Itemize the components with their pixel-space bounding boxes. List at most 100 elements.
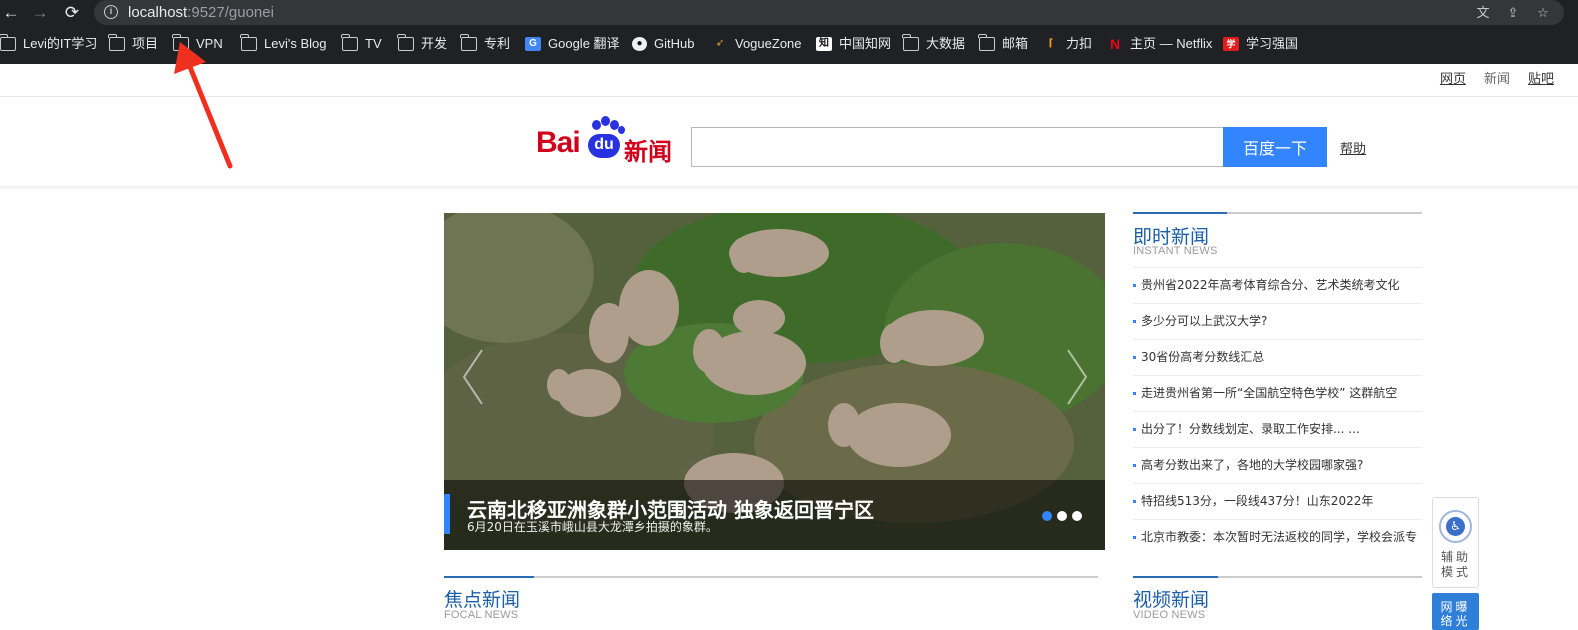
folder-icon [902,34,919,51]
nav-news-link[interactable]: 新闻 [1484,71,1510,86]
instant-news-rule-accent [1133,212,1227,214]
url-host: localhost [128,4,188,21]
news-item[interactable]: 出分了！分数线划定、录取工作安排... ... [1133,411,1422,447]
focal-news-title: 焦点新闻 [444,589,521,611]
bookmark-item[interactable]: ⌈ 力扣 [1043,33,1092,55]
nav-tieba-link[interactable]: 贴吧 [1528,71,1554,86]
news-item[interactable]: 走进贵州省第一所“全国航空特色学校” 这群航空 [1133,375,1422,411]
video-news-rule-accent [1133,576,1218,578]
address-bar[interactable]: i localhost:9527/guonei 文 ⇪ ☆ [94,0,1564,25]
news-item[interactable]: 特招线513分，一段线437分！山东2022年 [1133,483,1422,519]
carousel-dot[interactable] [1057,511,1067,521]
bookmark-item[interactable]: 邮箱 [978,33,1029,55]
bookmark-item[interactable]: Levi's Blog [240,33,327,55]
report-button[interactable]: 网曝络光 [1432,593,1479,630]
instant-news-list: 贵州省2022年高考体育综合分、艺术类统考文化 多少分可以上武汉大学? 30省份… [1133,267,1422,555]
news-item[interactable]: 30省份高考分数线汇总 [1133,339,1422,375]
news-item[interactable]: 多少分可以上武汉大学? [1133,303,1422,339]
bookmark-label: 中国知网 [839,36,892,51]
folder-icon [0,34,16,51]
bookmark-item[interactable]: N 主页 — Netflix [1107,33,1212,55]
logo-bai-text: Bai [536,126,581,159]
bookmark-label: Levi's Blog [264,36,327,51]
baidu-news-logo[interactable]: Bai du 新闻 [536,116,676,166]
folder-icon [341,34,358,51]
bookmark-item[interactable]: 专利 [460,33,511,55]
bookmark-item[interactable]: 开发 [397,33,448,55]
logo-xinwen-text: 新闻 [624,139,672,166]
bookmark-item[interactable]: 知中国知网 [816,33,891,55]
bookmark-item[interactable]: ● GitHub [632,33,694,55]
forward-arrow-icon[interactable]: → [29,3,51,23]
folder-icon [460,34,477,51]
news-item[interactable]: 北京市教委：本次暂时无法返校的同学，学校会派专 [1133,519,1422,555]
bookmark-label: 主页 — Netflix [1130,36,1213,51]
carousel-caption-accent [444,494,450,534]
bookmark-item[interactable]: 项目 [108,33,159,55]
cnki-icon: 知 [816,37,832,51]
bookmark-label: GitHub [654,36,695,51]
carousel-dot[interactable] [1072,511,1082,521]
paw-toe [592,120,601,130]
bookmark-label: 力扣 [1066,36,1093,51]
paw-toe [601,116,610,126]
url-path: :9527/guonei [187,4,274,21]
annotation-arrow-icon [174,42,233,169]
url-text[interactable]: localhost:9527/guonei [128,4,274,21]
assist-mode-button[interactable]: ♿ 辅助模式 [1432,497,1479,588]
bookmark-item[interactable]: 学学习强国 [1223,33,1298,55]
netflix-icon: N [1109,36,1121,52]
folder-icon [397,34,414,51]
focal-news-rule [444,576,1098,578]
bookmark-label: 专利 [484,36,511,51]
search-button[interactable]: 百度一下 [1223,127,1327,167]
bookmark-star-icon[interactable]: ☆ [1534,4,1552,21]
leetcode-icon: ⌈ [1048,38,1054,49]
xuexi-icon: 学 [1223,37,1239,51]
folder-icon [978,34,995,51]
carousel-subtitle: 6月20日在玉溪市峨山县大龙潭乡拍摄的象群。 [467,520,718,534]
bookmark-item[interactable]: TV [341,33,382,55]
help-link[interactable]: 帮助 [1340,138,1366,157]
voguezone-icon: ➶ [715,38,725,49]
logo-du-text: du [588,134,620,158]
video-news-title: 视频新闻 [1133,589,1210,611]
news-item[interactable]: 贵州省2022年高考体育综合分、艺术类统考文化 [1133,267,1422,303]
translate-page-icon[interactable]: 文 [1474,4,1492,21]
nav-web-link[interactable]: 网页 [1440,71,1466,86]
bookmark-label: 学习强国 [1246,36,1299,51]
search-input[interactable] [691,127,1224,167]
github-icon: ● [632,37,647,51]
site-info-icon[interactable]: i [104,5,118,19]
bookmark-label: 邮箱 [1002,36,1029,51]
news-item[interactable]: 高考分数出来了，各地的大学校园哪家强? [1133,447,1422,483]
bookmark-label: 开发 [421,36,448,51]
bookmark-label: Google 翻译 [548,36,620,51]
reload-icon[interactable]: ⟳ [61,3,83,23]
bookmark-label: VogueZone [735,36,802,51]
header-shadow [0,186,1578,190]
back-arrow-icon[interactable]: ← [0,3,22,23]
top-nav: 网页 新闻 贴吧 [1422,70,1554,88]
carousel-prev-icon[interactable] [458,340,488,414]
carousel-next-icon[interactable] [1062,340,1092,414]
video-news-subtitle: VIDEO NEWS [1133,609,1206,621]
bookmark-item[interactable]: G Google 翻译 [525,33,620,55]
bookmark-label: TV [365,36,382,51]
folder-icon [240,34,257,51]
bookmark-item[interactable]: 大数据 [902,33,966,55]
focal-news-rule-accent [444,576,534,578]
bookmark-label: 大数据 [926,36,966,51]
assist-mode-label: 辅助模式 [1440,550,1471,579]
bookmark-item[interactable]: Levi的IT学习 [0,33,97,55]
bookmark-label: 项目 [132,36,159,51]
instant-news-subtitle: INSTANT NEWS [1133,245,1218,257]
folder-icon [108,34,125,51]
bookmark-label: Levi的IT学习 [23,36,98,51]
accessibility-icon: ♿ [1439,510,1472,543]
focal-news-subtitle: FOCAL NEWS [444,609,519,621]
carousel-dot[interactable] [1042,511,1052,521]
google-translate-icon: G [525,37,541,51]
bookmark-item[interactable]: ➶ VogueZone [712,33,802,55]
share-icon[interactable]: ⇪ [1504,4,1522,21]
